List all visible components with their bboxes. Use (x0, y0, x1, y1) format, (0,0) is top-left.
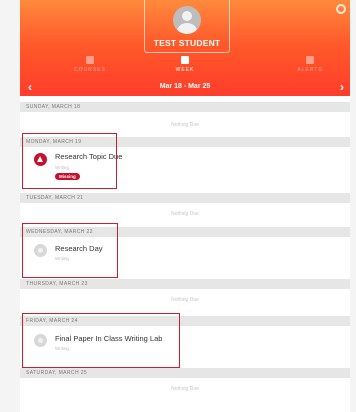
left-margin (0, 0, 20, 412)
highlight-box-wednesday (22, 223, 118, 278)
tab-alerts[interactable]: ALERTS (270, 54, 350, 78)
tab-courses[interactable]: COURSES (50, 54, 130, 78)
right-margin (350, 0, 356, 412)
tab-week[interactable]: WEEK (145, 54, 225, 78)
student-name: TEST STUDENT (153, 38, 221, 48)
week-navigator: ‹ Mar 18 - Mar 25 › (20, 80, 350, 96)
alerts-icon (306, 56, 314, 64)
tab-alerts-label: ALERTS (297, 67, 323, 73)
calendar-icon (181, 56, 189, 64)
tab-week-label: WEEK (175, 67, 195, 73)
gear-icon[interactable] (336, 4, 346, 14)
chevron-right-icon[interactable]: › (340, 81, 344, 94)
week-range: Mar 18 - Mar 25 (159, 83, 211, 90)
highlight-box-monday (22, 133, 117, 189)
tab-courses-label: COURSES (74, 67, 106, 73)
day-header-tuesday: TUESDAY, MARCH 21 (20, 193, 350, 203)
nothing-due: Nothing Due (171, 297, 199, 303)
avatar-head-shape (182, 11, 192, 21)
day-header-saturday: SATURDAY, MARCH 25 (20, 368, 350, 378)
courses-icon (86, 56, 94, 64)
nothing-due: Nothing Due (171, 211, 199, 217)
student-card[interactable]: TEST STUDENT (144, 0, 230, 53)
tab-bar: COURSES WEEK ALERTS (20, 54, 350, 78)
highlight-box-friday (22, 313, 180, 368)
app-header: TEST STUDENT COURSES WEEK ALERTS ‹ Mar 1… (20, 0, 350, 96)
nothing-due: Nothing Due (171, 122, 199, 128)
nothing-due: Nothing Due (171, 386, 199, 392)
avatar (173, 6, 201, 34)
avatar-body-shape (177, 23, 197, 34)
day-header-sunday: SUNDAY, MARCH 18 (20, 102, 350, 112)
day-header-thursday: THURSDAY, MARCH 23 (20, 279, 350, 289)
